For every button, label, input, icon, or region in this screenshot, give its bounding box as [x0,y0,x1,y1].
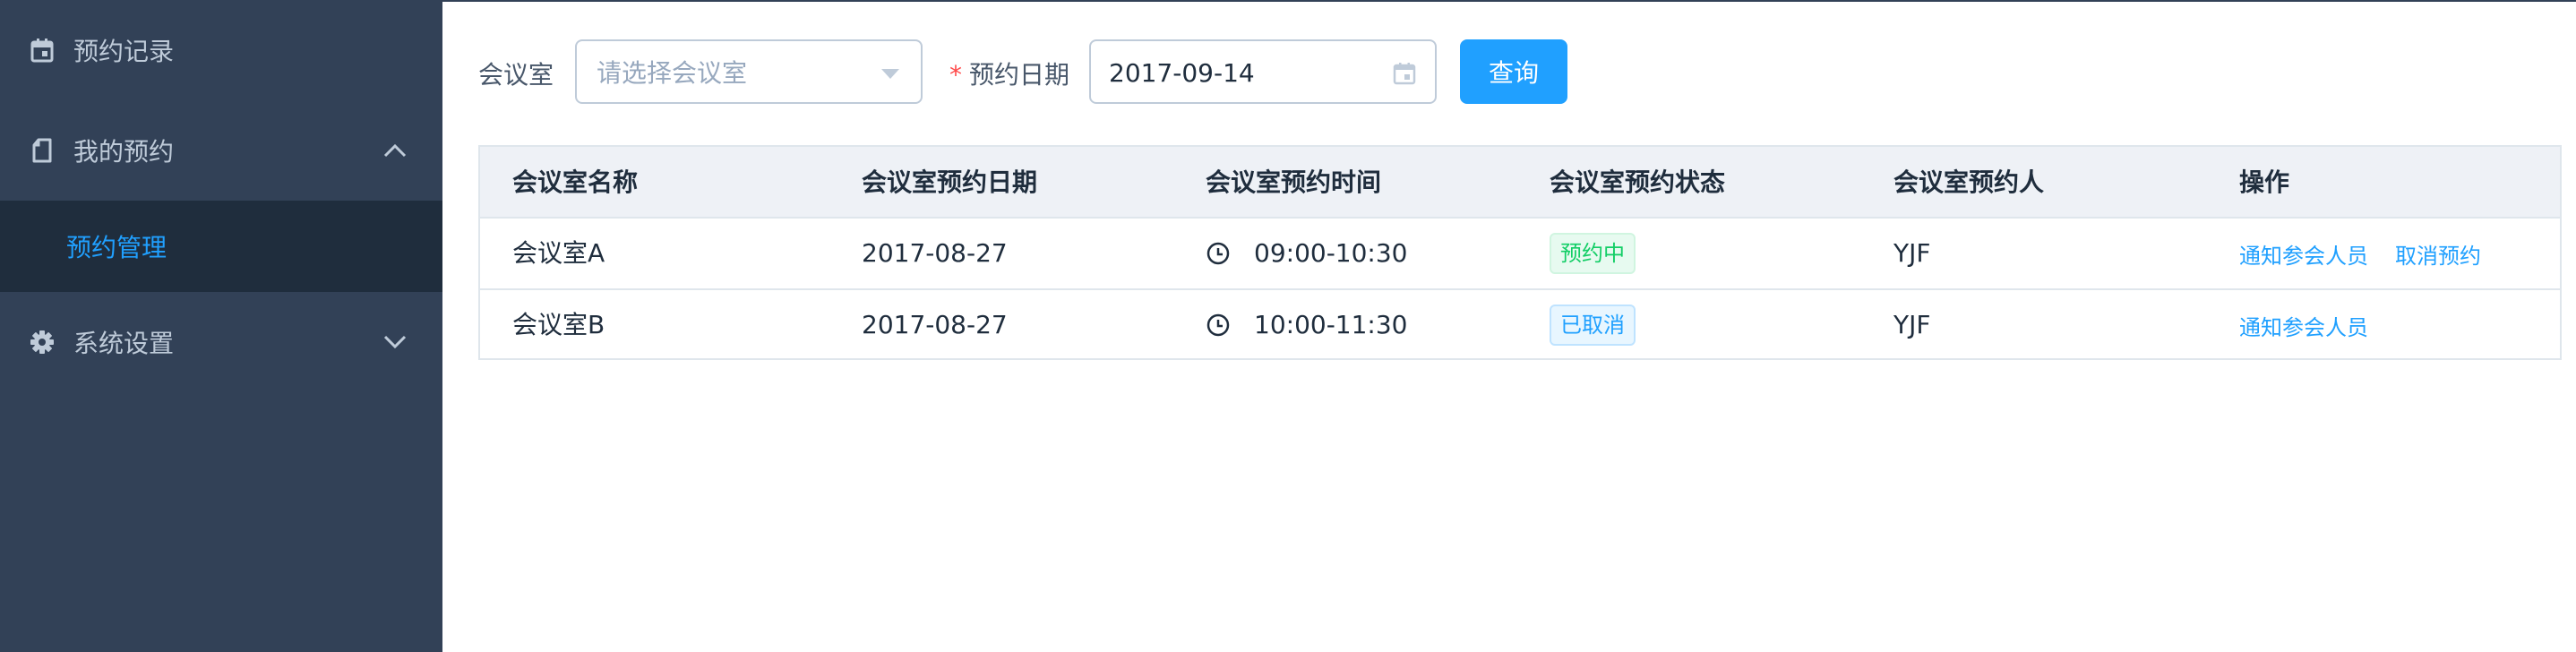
actions-cell: 通知参会人员 取消预约 [2239,219,2508,288]
room-select-input[interactable] [597,57,865,88]
calendar-icon [29,37,56,64]
status-badge: 已取消 [1550,305,1636,346]
sidebar-item-label: 我的预约 [73,137,175,167]
sidebar-item-my-bookings[interactable]: 我的预约 [0,100,442,201]
sidebar-item-label: 系统设置 [73,329,175,358]
room-select[interactable] [575,39,923,104]
time-value: 09:00-10:30 [1254,238,1408,268]
table-row: 会议室B 2017-08-27 10:00-11:30 已取消 YJF 通知参会… [480,290,2560,362]
room-filter-label: 会议室 [478,60,554,90]
gear-icon [29,329,56,356]
clock-icon [1206,313,1231,338]
sidebar-item-system-settings[interactable]: 系统设置 [0,292,442,392]
column-header[interactable]: 会议室预约状态 [1550,147,1725,219]
table-row: 会议室A 2017-08-27 09:00-10:30 预约中 YJF 通知参会… [480,219,2560,290]
sidebar-subitem-label: 预约管理 [66,233,167,262]
column-header[interactable]: 操作 [2239,147,2289,219]
date-input[interactable] [1109,57,1378,88]
sidebar-subitem-booking-management[interactable]: 预约管理 [0,201,442,292]
sidebar-item-label: 预约记录 [73,37,175,66]
time-cell: 10:00-11:30 [1206,290,1408,360]
person-cell: YJF [1893,238,1931,268]
date-picker[interactable] [1089,39,1437,104]
bookings-table: 会议室名称 会议室预约日期 会议室预约时间 会议室预约状态 会议室预约人 操作 … [478,145,2562,360]
date-filter-label-text: 预约日期 [969,60,1070,90]
sidebar-item-booking-records[interactable]: 预约记录 [0,0,442,100]
chevron-up-icon[interactable] [382,137,408,164]
calendar-icon[interactable] [1392,61,1417,86]
table-header: 会议室名称 会议室预约日期 会议室预约时间 会议室预约状态 会议室预约人 操作 [480,147,2560,219]
query-button[interactable]: 查询 [1460,39,1567,104]
date-filter-label: * 预约日期 [949,56,1069,91]
column-header[interactable]: 会议室预约日期 [862,147,1037,219]
room-name-cell: 会议室B [512,310,605,339]
cancel-booking-link[interactable]: 取消预约 [2395,238,2481,270]
notify-attendees-link[interactable]: 通知参会人员 [2239,310,2368,341]
chevron-down-icon[interactable] [382,329,408,356]
person-cell: YJF [1893,310,1931,339]
required-mark: * [949,60,962,90]
column-header[interactable]: 会议室预约时间 [1206,147,1381,219]
column-header[interactable]: 会议室名称 [512,147,638,219]
document-icon [29,137,56,164]
date-cell: 2017-08-27 [862,238,1008,268]
time-cell: 09:00-10:30 [1206,219,1408,288]
clock-icon [1206,241,1231,266]
column-header[interactable]: 会议室预约人 [1893,147,2044,219]
date-cell: 2017-08-27 [862,310,1008,339]
caret-down-icon[interactable] [880,66,901,81]
sidebar: 预约记录 我的预约 预约管理 系统设置 [0,0,442,652]
actions-cell: 通知参会人员 [2239,290,2395,360]
room-name-cell: 会议室A [512,238,605,268]
main-content: 会议室 *预约日期 查询 会议室名称 会议室预约日期 会议室预约时间 会议室预约… [442,0,2576,652]
status-badge: 预约中 [1550,233,1636,274]
time-value: 10:00-11:30 [1254,310,1408,339]
notify-attendees-link[interactable]: 通知参会人员 [2239,238,2368,270]
